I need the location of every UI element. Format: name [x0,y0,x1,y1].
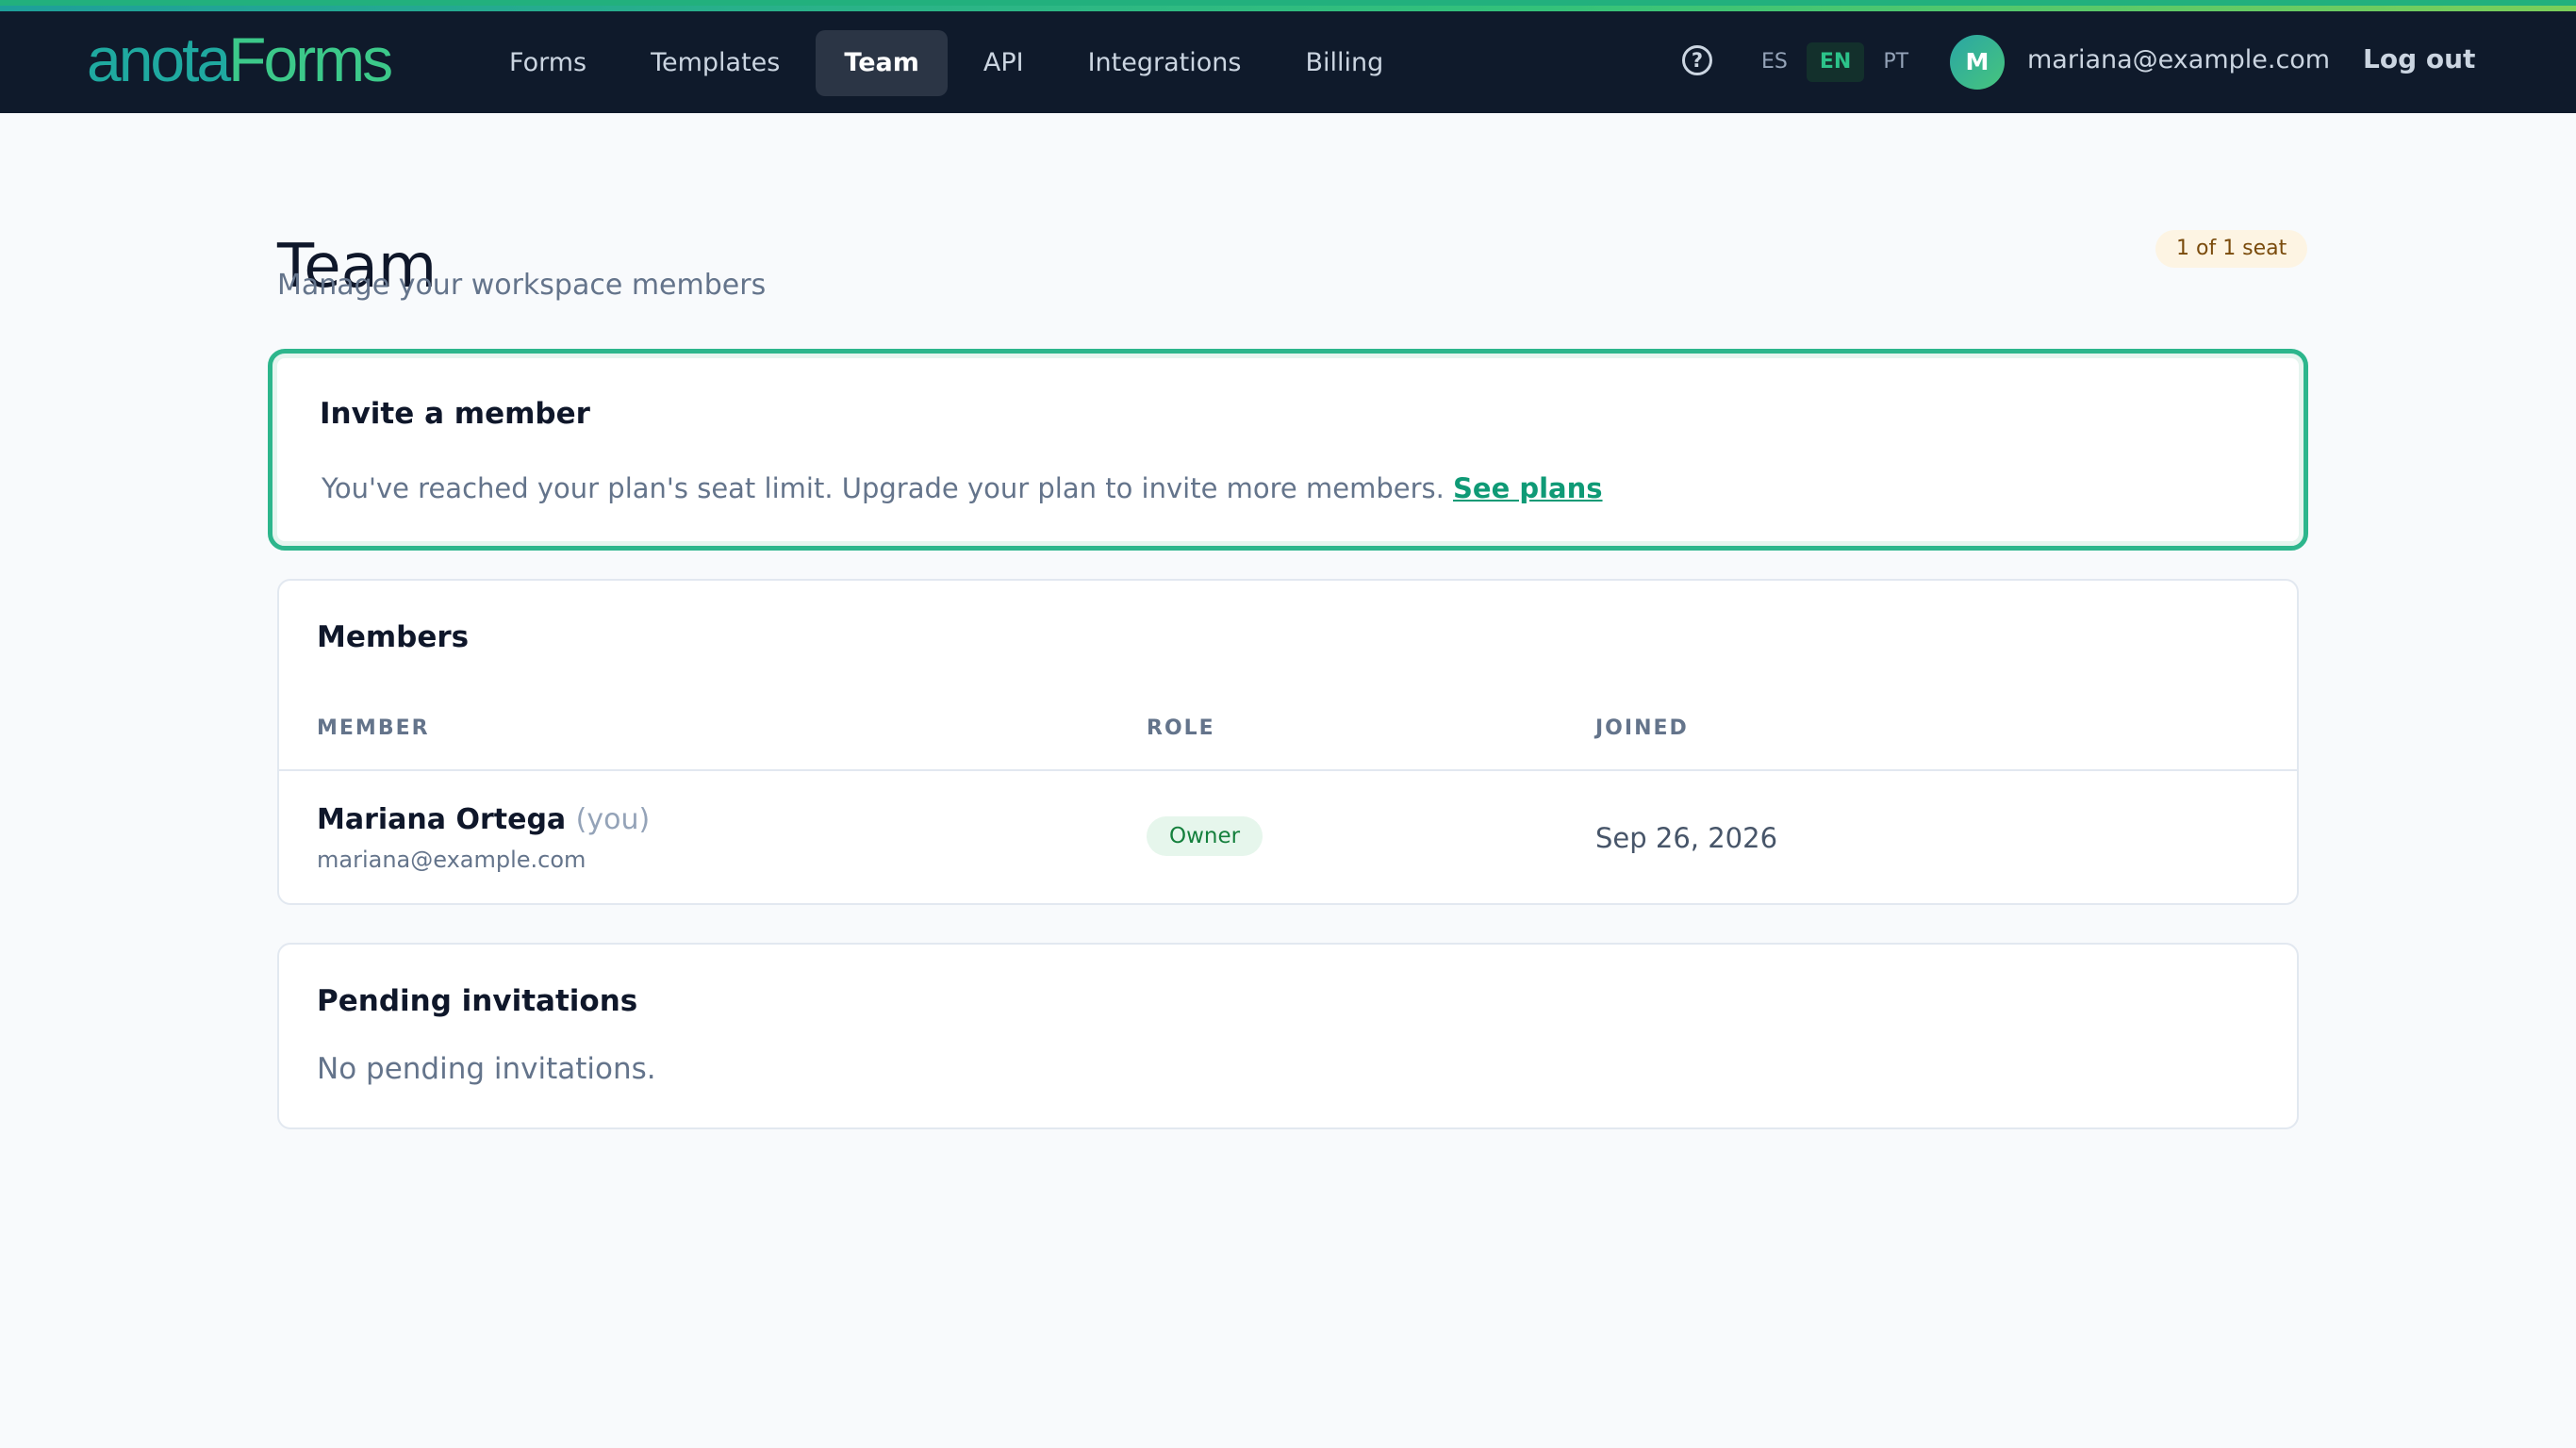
column-header-role: ROLE [1147,716,1215,740]
pending-card-title: Pending invitations [317,984,638,1018]
members-card-title: Members [317,620,470,654]
top-navigation-bar: anotaForms Forms Templates Team API Inte… [0,0,2576,113]
nav-item-team[interactable]: Team [816,30,948,96]
seat-limit-message: You've reached your plan's seat limit. U… [322,472,1603,504]
seat-usage-badge: 1 of 1 seat [2155,230,2308,268]
main-nav: Forms Templates Team API Integrations Bi… [481,30,1419,96]
nav-item-templates[interactable]: Templates [622,30,808,96]
members-card: Members MEMBER ROLE JOINED Mariana Orteg… [277,579,2299,905]
table-divider [279,769,2297,771]
logo-text-forms: Forms [228,25,393,94]
logout-button[interactable]: Log out [2363,43,2475,74]
help-circle-icon[interactable]: ? [1682,45,1712,75]
topbar-accent-strip [0,6,2576,11]
member-email: mariana@example.com [317,847,586,873]
lang-es[interactable]: ES [1748,42,1801,82]
you-label: (you) [575,803,651,836]
invite-card-title: Invite a member [320,397,590,431]
nav-item-billing[interactable]: Billing [1277,30,1412,96]
nav-item-integrations[interactable]: Integrations [1060,30,1270,96]
lang-en[interactable]: EN [1806,42,1865,82]
pending-empty-message: No pending invitations. [317,1052,656,1086]
language-switcher: ES EN PT [1748,42,1927,82]
invite-member-card: Invite a member You've reached your plan… [268,349,2308,551]
member-name: Mariana Ortega (you) [317,803,650,836]
seat-limit-text: You've reached your plan's seat limit. U… [322,472,1445,504]
lang-pt[interactable]: PT [1870,42,1922,82]
member-name-text: Mariana Ortega [317,803,567,836]
role-badge: Owner [1147,816,1263,856]
page-subtitle: Manage your workspace members [277,269,767,302]
user-email[interactable]: mariana@example.com [2027,45,2330,74]
column-header-member: MEMBER [317,716,430,740]
avatar[interactable]: M [1950,35,2005,90]
nav-item-api[interactable]: API [955,30,1052,96]
joined-date: Sep 26, 2026 [1595,822,1778,854]
see-plans-link[interactable]: See plans [1453,472,1603,504]
app-logo[interactable]: anotaForms [87,25,393,94]
pending-invitations-card: Pending invitations No pending invitatio… [277,943,2299,1129]
logo-text-anota: anota [87,25,231,94]
column-header-joined: JOINED [1595,716,1689,740]
nav-item-forms[interactable]: Forms [481,30,615,96]
